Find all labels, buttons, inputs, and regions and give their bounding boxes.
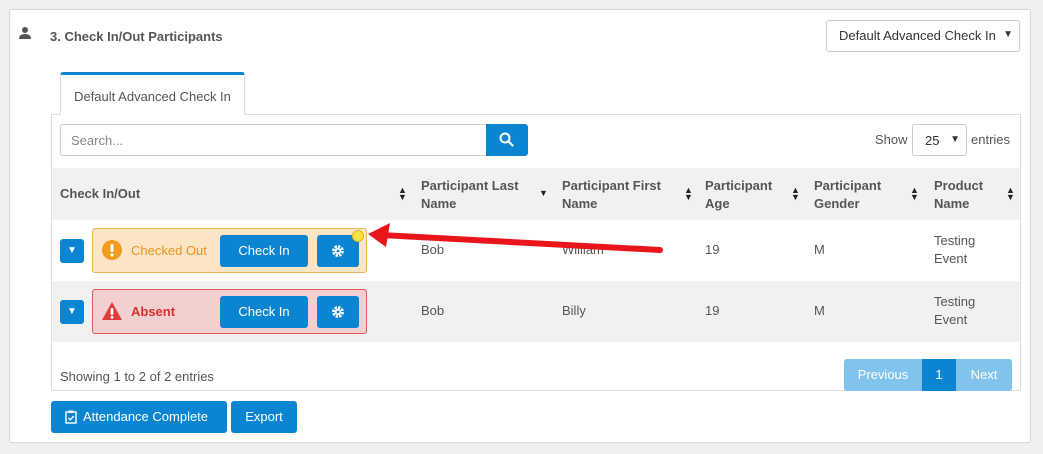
status-checked-out: Checked Out Check In	[92, 228, 367, 273]
expand-row-button[interactable]: ▼	[60, 300, 84, 324]
search-icon	[499, 132, 514, 147]
export-button[interactable]: Export	[231, 401, 297, 433]
profile-select[interactable]: Default Advanced Check In ▼	[826, 20, 1020, 52]
page-size-select[interactable]: 25 ▼	[912, 124, 967, 156]
gear-icon	[332, 306, 344, 318]
cell-product-name: Testing Event	[934, 233, 976, 266]
sort-icon: ▲ ▼	[791, 185, 800, 202]
column-header-product-name[interactable]: Product Name ▲ ▼	[934, 168, 1015, 220]
caret-down-icon: ▼	[1003, 29, 1013, 40]
warning-circle-icon	[102, 240, 122, 260]
cell-product-name: Testing Event	[934, 294, 976, 327]
search-input[interactable]: Search...	[60, 124, 487, 156]
person-icon	[19, 27, 31, 39]
entries-label: entries	[971, 132, 1011, 147]
table-row: ▼ Absent Check In Bob Billy 19 M Testing…	[52, 281, 1020, 342]
profile-select-value: Default Advanced Check In	[839, 28, 996, 43]
sort-icon: ▲ ▼	[1006, 185, 1015, 202]
column-header-label: Participant Last Name	[421, 178, 519, 211]
settings-button[interactable]	[317, 296, 359, 328]
column-header-label: Check In/Out	[60, 186, 141, 201]
table-info: Showing 1 to 2 of 2 entries	[60, 369, 214, 384]
gear-icon	[332, 245, 344, 257]
section-title: 3. Check In/Out Participants	[50, 29, 223, 44]
check-in-button[interactable]: Check In	[220, 235, 308, 267]
cell-age: 19	[705, 242, 720, 257]
next-page-button[interactable]: Next	[956, 359, 1012, 391]
cell-gender: M	[814, 303, 825, 318]
clipboard-check-icon	[65, 410, 77, 424]
tab-content: Search... Show 25 ▼ entries Check In/Out…	[51, 114, 1021, 391]
column-header-gender[interactable]: Participant Gender ▲ ▼	[814, 168, 919, 220]
check-in-out-panel: 3. Check In/Out Participants Default Adv…	[9, 9, 1031, 443]
caret-down-icon: ▼	[950, 134, 960, 145]
cell-last-name: Bob	[421, 242, 445, 257]
status-label: Checked Out	[131, 243, 207, 258]
table-header: Check In/Out ▲ ▼ Participant Last Name ▼ …	[52, 168, 1020, 220]
cell-last-name: Bob	[421, 303, 445, 318]
show-label: Show	[875, 132, 908, 147]
column-header-label: Product Name	[934, 178, 984, 211]
column-header-first-name[interactable]: Participant First Name ▲ ▼	[562, 168, 693, 220]
cell-first-name: Billy	[562, 303, 586, 318]
sort-icon: ▲ ▼	[910, 185, 919, 202]
caret-down-icon: ▼	[67, 245, 77, 256]
status-label: Absent	[131, 304, 176, 319]
column-header-age[interactable]: Participant Age ▲ ▼	[705, 168, 800, 220]
sort-icon: ▼	[539, 188, 548, 198]
column-header-check-in-out[interactable]: Check In/Out ▲ ▼	[60, 168, 407, 220]
cell-age: 19	[705, 303, 720, 318]
sort-icon: ▲ ▼	[398, 185, 407, 202]
sort-icon: ▲ ▼	[684, 185, 693, 202]
cell-gender: M	[814, 242, 825, 257]
pagination: Previous 1 Next	[844, 359, 1012, 391]
column-header-label: Participant First Name	[562, 178, 661, 211]
check-in-button[interactable]: Check In	[220, 296, 308, 328]
page-size-value: 25	[925, 133, 940, 148]
expand-row-button[interactable]: ▼	[60, 239, 84, 263]
search-button[interactable]	[486, 124, 528, 156]
previous-page-button[interactable]: Previous	[844, 359, 922, 391]
notification-dot	[352, 230, 364, 242]
settings-button[interactable]	[317, 230, 364, 267]
column-header-last-name[interactable]: Participant Last Name ▼	[421, 168, 551, 220]
column-header-label: Participant Age	[705, 178, 773, 211]
attendance-complete-label: Attendance Complete	[83, 409, 209, 424]
caret-down-icon: ▼	[67, 306, 77, 317]
warning-triangle-icon	[102, 302, 122, 320]
attendance-complete-button[interactable]: Attendance Complete	[51, 401, 227, 433]
page-1-button[interactable]: 1	[922, 359, 956, 391]
status-absent: Absent Check In	[92, 289, 367, 334]
table-row: ▼ Checked Out Check In Bob William 19 M …	[52, 220, 1020, 281]
cell-first-name: William	[562, 242, 604, 257]
tab-default-advanced-check-in[interactable]: Default Advanced Check In	[60, 72, 245, 115]
column-header-label: Participant Gender	[814, 178, 882, 211]
